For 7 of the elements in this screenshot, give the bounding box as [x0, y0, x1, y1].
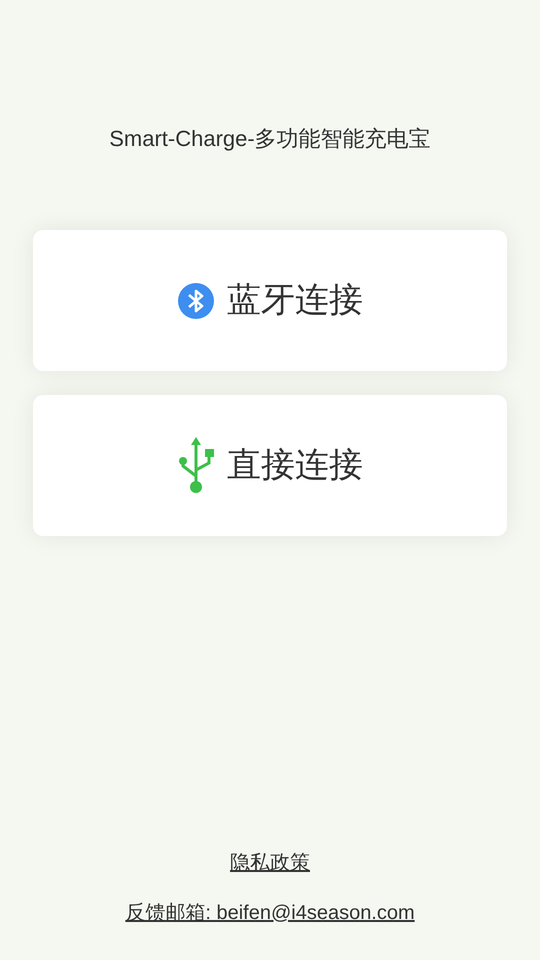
connect-button[interactable]: 直接连接 — [33, 395, 507, 536]
footer-link[interactable]: 隐私政策 — [230, 848, 310, 878]
footer-link[interactable]: 反馈邮箱: beifen@i4season.com — [125, 898, 415, 928]
app-title: Smart-Charge-多功能智能充电宝 — [109, 125, 431, 153]
bluetooth-icon — [177, 282, 215, 320]
usb-icon — [177, 436, 215, 496]
connect-button[interactable]: 蓝牙连接 — [33, 230, 507, 371]
